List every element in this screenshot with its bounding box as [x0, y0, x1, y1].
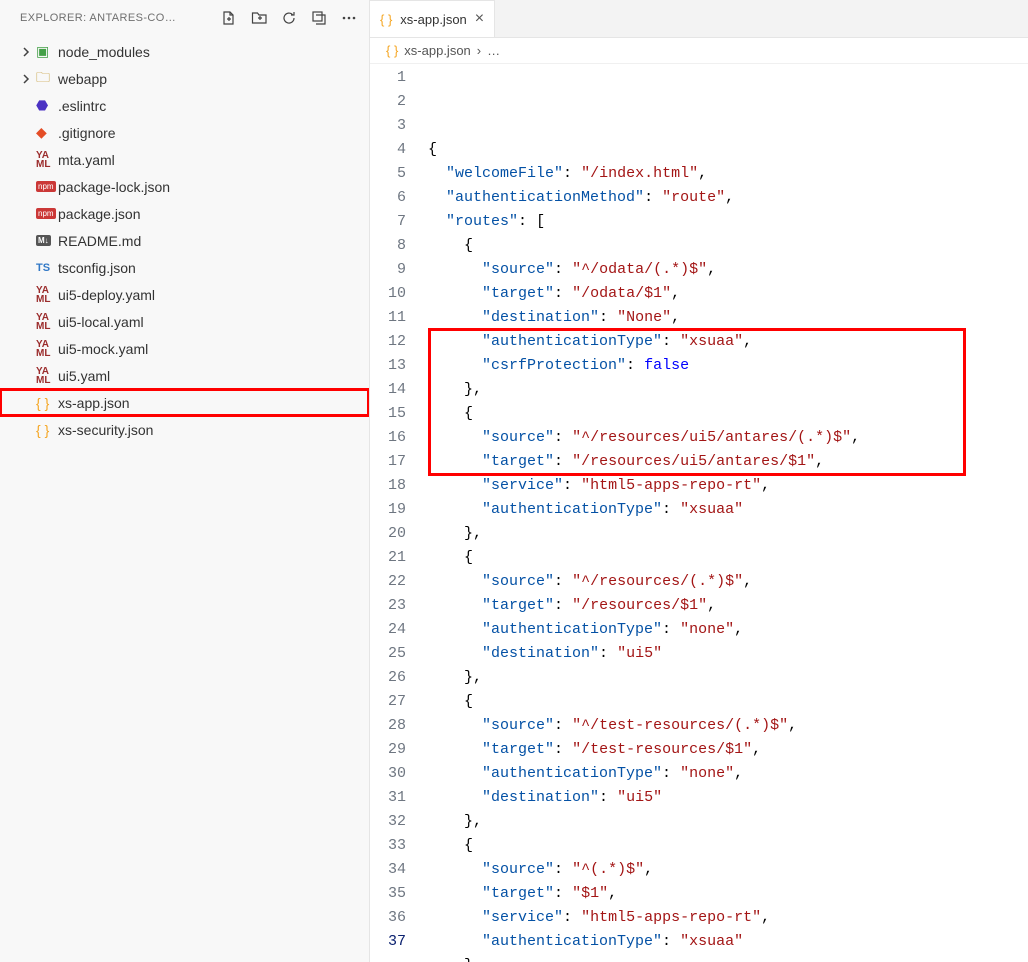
code-line[interactable]: {	[428, 834, 1028, 858]
code-line[interactable]: "service": "html5-apps-repo-rt",	[428, 474, 1028, 498]
code-line[interactable]: "service": "html5-apps-repo-rt",	[428, 906, 1028, 930]
tree-file[interactable]: YAMLui5.yaml	[0, 362, 369, 389]
code-line[interactable]: "authenticationType": "xsuaa"	[428, 498, 1028, 522]
code-line[interactable]: },	[428, 666, 1028, 690]
json-icon: { }	[380, 12, 392, 27]
tab-label: xs-app.json	[400, 12, 466, 27]
code-line[interactable]: "authenticationType": "none",	[428, 618, 1028, 642]
file-tree[interactable]: ▣node_modules🗀webapp⬣.eslintrc◆.gitignor…	[0, 36, 369, 962]
code-line[interactable]: "source": "^(.*)$",	[428, 858, 1028, 882]
more-icon[interactable]	[341, 10, 357, 26]
code-content[interactable]: { "welcomeFile": "/index.html", "authent…	[428, 64, 1028, 962]
refresh-icon[interactable]	[281, 10, 297, 26]
json-icon: { }	[386, 43, 398, 58]
code-line[interactable]: "target": "$1",	[428, 882, 1028, 906]
code-line[interactable]: "target": "/resources/$1",	[428, 594, 1028, 618]
code-line[interactable]: "welcomeFile": "/index.html",	[428, 162, 1028, 186]
tree-label: ui5-local.yaml	[58, 314, 144, 330]
code-line[interactable]: "destination": "None",	[428, 306, 1028, 330]
explorer-title: EXPLORER: ANTARES-CO…	[20, 12, 176, 24]
tree-label: .gitignore	[58, 125, 116, 141]
breadcrumb[interactable]: { } xs-app.json › …	[370, 38, 1028, 64]
code-line[interactable]: {	[428, 234, 1028, 258]
collapse-all-icon[interactable]	[311, 10, 327, 26]
code-line[interactable]: {	[428, 138, 1028, 162]
tree-file[interactable]: YAMLui5-deploy.yaml	[0, 281, 369, 308]
code-line[interactable]: "csrfProtection": false	[428, 354, 1028, 378]
tree-file[interactable]: npmpackage-lock.json	[0, 173, 369, 200]
code-line[interactable]: "source": "^/odata/(.*)$",	[428, 258, 1028, 282]
code-line[interactable]: "authenticationMethod": "route",	[428, 186, 1028, 210]
tree-label: tsconfig.json	[58, 260, 136, 276]
tree-label: xs-app.json	[58, 395, 130, 411]
tree-file[interactable]: { }xs-app.json	[0, 389, 369, 416]
breadcrumb-sep: ›	[477, 43, 481, 58]
explorer-panel: EXPLORER: ANTARES-CO… ▣node_modules🗀weba…	[0, 0, 370, 962]
breadcrumb-trail: …	[487, 43, 500, 58]
code-area[interactable]: 1234567891011121314151617181920212223242…	[370, 64, 1028, 962]
code-line[interactable]: "target": "/odata/$1",	[428, 282, 1028, 306]
code-line[interactable]: {	[428, 690, 1028, 714]
code-line[interactable]: },	[428, 522, 1028, 546]
tree-file[interactable]: YAMLmta.yaml	[0, 146, 369, 173]
tree-folder[interactable]: 🗀webapp	[0, 65, 369, 92]
tab-bar: { } xs-app.json ×	[370, 0, 1028, 38]
line-gutter: 1234567891011121314151617181920212223242…	[370, 64, 428, 962]
code-line[interactable]: "source": "^/resources/ui5/antares/(.*)$…	[428, 426, 1028, 450]
editor-pane: { } xs-app.json × { } xs-app.json › … 12…	[370, 0, 1028, 962]
new-file-icon[interactable]	[221, 10, 237, 26]
tree-file[interactable]: npmpackage.json	[0, 200, 369, 227]
tree-label: .eslintrc	[58, 98, 106, 114]
code-line[interactable]: },	[428, 810, 1028, 834]
tree-label: package.json	[58, 206, 141, 222]
close-icon[interactable]: ×	[475, 10, 484, 28]
code-line[interactable]: "authenticationType": "none",	[428, 762, 1028, 786]
new-folder-icon[interactable]	[251, 10, 267, 26]
tree-label: README.md	[58, 233, 141, 249]
code-line[interactable]: "source": "^/test-resources/(.*)$",	[428, 714, 1028, 738]
tree-file[interactable]: TStsconfig.json	[0, 254, 369, 281]
breadcrumb-file: xs-app.json	[404, 43, 470, 58]
code-line[interactable]: },	[428, 378, 1028, 402]
tree-label: mta.yaml	[58, 152, 115, 168]
chevron-right-icon[interactable]	[20, 73, 36, 85]
tree-label: webapp	[58, 71, 107, 87]
tree-file[interactable]: ⬣.eslintrc	[0, 92, 369, 119]
tab-xs-app-json[interactable]: { } xs-app.json ×	[370, 0, 495, 37]
code-line[interactable]: "routes": [	[428, 210, 1028, 234]
tree-label: ui5-mock.yaml	[58, 341, 148, 357]
code-line[interactable]: "destination": "ui5"	[428, 786, 1028, 810]
chevron-right-icon[interactable]	[20, 46, 36, 58]
code-line[interactable]: "target": "/resources/ui5/antares/$1",	[428, 450, 1028, 474]
explorer-actions	[221, 10, 357, 26]
code-line[interactable]: "destination": "ui5"	[428, 642, 1028, 666]
tree-file[interactable]: YAMLui5-local.yaml	[0, 308, 369, 335]
tree-folder[interactable]: ▣node_modules	[0, 38, 369, 65]
tree-label: ui5-deploy.yaml	[58, 287, 155, 303]
code-line[interactable]: "target": "/test-resources/$1",	[428, 738, 1028, 762]
explorer-header: EXPLORER: ANTARES-CO…	[0, 0, 369, 36]
code-line[interactable]: "source": "^/resources/(.*)$",	[428, 570, 1028, 594]
tree-file[interactable]: YAMLui5-mock.yaml	[0, 335, 369, 362]
code-line[interactable]: "authenticationType": "xsuaa",	[428, 330, 1028, 354]
tree-file[interactable]: ◆.gitignore	[0, 119, 369, 146]
code-line[interactable]: "authenticationType": "xsuaa"	[428, 930, 1028, 954]
code-line[interactable]: {	[428, 546, 1028, 570]
code-line[interactable]: {	[428, 402, 1028, 426]
tree-label: package-lock.json	[58, 179, 170, 195]
code-line[interactable]: }	[428, 954, 1028, 962]
tree-file[interactable]: { }xs-security.json	[0, 416, 369, 443]
tree-label: node_modules	[58, 44, 150, 60]
tree-file[interactable]: M↓README.md	[0, 227, 369, 254]
tree-label: ui5.yaml	[58, 368, 110, 384]
tree-label: xs-security.json	[58, 422, 153, 438]
